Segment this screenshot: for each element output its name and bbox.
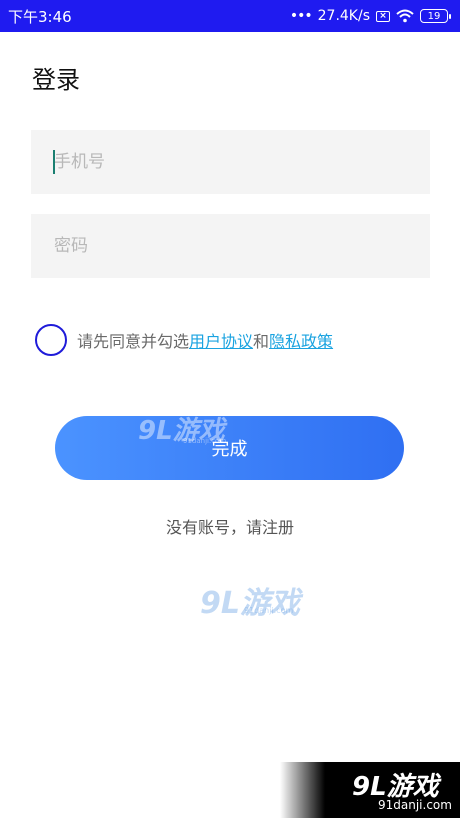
password-field-container[interactable] bbox=[31, 214, 430, 278]
status-indicators: ••• 27.4K/s × 19 bbox=[289, 8, 451, 24]
text-cursor bbox=[53, 150, 55, 174]
wifi-icon bbox=[396, 9, 414, 23]
user-agreement-link[interactable]: 用户协议 bbox=[189, 328, 253, 352]
agreement-and: 和 bbox=[253, 332, 270, 351]
phone-input[interactable] bbox=[54, 152, 430, 172]
login-screen: 下午3:46 ••• 27.4K/s × 19 登录 请先同意并勾选 用户协议 … bbox=[0, 0, 460, 818]
status-time: 下午3:46 bbox=[8, 7, 72, 26]
watermark-domain-overlay: 91danji.com bbox=[183, 437, 227, 445]
agreement-checkbox[interactable] bbox=[35, 324, 67, 356]
page-title: 登录 bbox=[32, 66, 80, 94]
agreement-prefix: 请先同意并勾选 bbox=[77, 332, 190, 351]
phone-field-container[interactable] bbox=[31, 130, 430, 194]
register-link[interactable]: 没有账号，请注册 bbox=[0, 514, 460, 538]
no-sim-icon: × bbox=[376, 10, 390, 22]
more-dots-icon: ••• bbox=[289, 8, 313, 24]
submit-button[interactable]: 完成 bbox=[55, 416, 404, 480]
watermark-logo: 9L游戏 bbox=[200, 586, 300, 621]
corner-domain: 91danji.com bbox=[378, 798, 452, 812]
watermark-domain: 91danji.com bbox=[244, 606, 294, 615]
corner-watermark: 9L游戏 91danji.com bbox=[280, 762, 460, 818]
password-input[interactable] bbox=[54, 236, 430, 256]
battery-icon: 19 bbox=[420, 9, 451, 23]
privacy-policy-link[interactable]: 隐私政策 bbox=[269, 328, 333, 352]
status-bar: 下午3:46 ••• 27.4K/s × 19 bbox=[0, 0, 460, 32]
network-speed: 27.4K/s bbox=[317, 8, 370, 24]
agreement-row: 请先同意并勾选 用户协议 和 隐私政策 bbox=[35, 324, 333, 356]
